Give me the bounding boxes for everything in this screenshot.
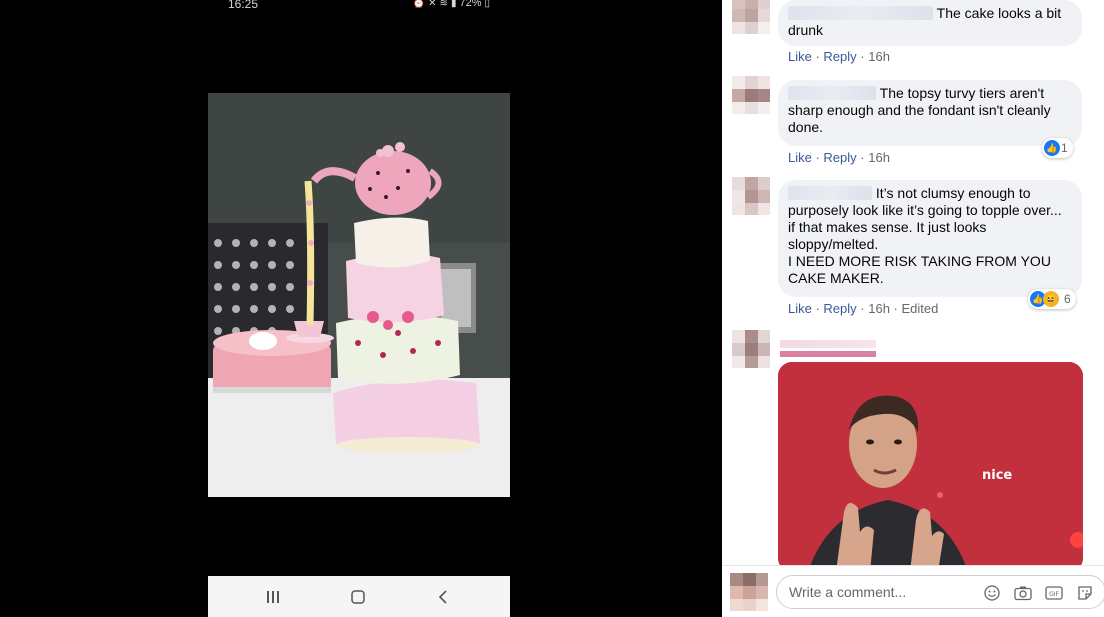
mute-icon: ✕ — [428, 0, 437, 9]
status-icons: ⏰ ✕ ≋ ▮ 72% ▯ — [413, 0, 490, 9]
commenter-name-blurred[interactable] — [788, 6, 933, 20]
avatar[interactable] — [732, 177, 770, 215]
comment-bubble: The cake looks a bit drunk — [778, 0, 1082, 46]
avatar[interactable] — [732, 330, 770, 368]
comment-bubble: It’s not clumsy enough to purposely look… — [778, 180, 1082, 297]
edited-label[interactable]: Edited — [902, 301, 939, 316]
haha-icon: 😆 — [1043, 291, 1059, 307]
like-link[interactable]: Like — [788, 301, 812, 316]
camera-icon[interactable] — [1014, 584, 1032, 602]
comment-time[interactable]: 16h — [868, 150, 890, 165]
comment-actions: Like · Reply · 16h · Edited — [788, 301, 939, 316]
reaction-count: 6 — [1064, 292, 1071, 306]
android-nav-bar — [208, 576, 510, 617]
cake-photo-image — [208, 93, 510, 497]
battery-icon: ▯ — [484, 0, 490, 9]
comment-bubble: The topsy turvy tiers aren't sharp enoug… — [778, 80, 1082, 146]
reply-link[interactable]: Reply — [823, 301, 856, 316]
reaction-summary[interactable]: 👍 😆 6 — [1028, 289, 1076, 309]
comment-text-line-2: I NEED MORE RISK TAKING FROM YOU CAKE MA… — [788, 253, 1051, 286]
reply-link[interactable]: Reply — [823, 150, 856, 165]
comment-composer: GIF — [722, 565, 1104, 617]
gif-icon[interactable]: GIF — [1045, 584, 1063, 602]
home-icon[interactable] — [348, 588, 368, 606]
like-icon: 👍 — [1044, 140, 1060, 156]
avatar[interactable] — [732, 76, 770, 114]
recent-apps-icon[interactable] — [263, 588, 283, 606]
comment-input[interactable] — [789, 582, 979, 602]
like-link[interactable]: Like — [788, 150, 812, 165]
commenter-name-blurred[interactable] — [788, 86, 876, 100]
comment-time[interactable]: 16h — [868, 301, 890, 316]
back-icon[interactable] — [433, 588, 453, 606]
avatar[interactable] — [732, 0, 770, 34]
gif-image — [778, 362, 1083, 572]
sticker-icon[interactable] — [1076, 584, 1094, 602]
comment-actions: Like · Reply · 16h — [788, 150, 890, 165]
gif-caption: nice — [982, 468, 1013, 483]
gif-comment[interactable]: nice — [778, 362, 1083, 572]
signal-icon: ▮ — [450, 0, 457, 9]
comment-time[interactable]: 16h — [868, 49, 890, 64]
wifi-icon: ≋ — [439, 0, 448, 9]
reaction-summary[interactable]: 👍 1 — [1042, 138, 1073, 158]
phone-screenshot-panel: 16:25 ⏰ ✕ ≋ ▮ 72% ▯ — [0, 0, 722, 617]
facebook-comments-panel: The cake looks a bit drunk Like · Reply … — [722, 0, 1104, 617]
commenter-name-blurred[interactable] — [780, 351, 876, 357]
battery-percent: 72% — [459, 0, 482, 9]
emoji-icon[interactable] — [983, 584, 1001, 602]
commenter-name-blurred[interactable] — [780, 340, 876, 348]
avatar[interactable] — [730, 573, 768, 611]
svg-text:GIF: GIF — [1049, 591, 1059, 598]
reply-link[interactable]: Reply — [823, 49, 856, 64]
status-time: 16:25 — [228, 0, 259, 11]
phone-status-bar: 16:25 ⏰ ✕ ≋ ▮ 72% ▯ — [228, 0, 490, 11]
alarm-icon: ⏰ — [412, 0, 426, 9]
commenter-name-blurred[interactable] — [788, 186, 872, 200]
reaction-count: 1 — [1061, 141, 1068, 155]
comment-input-box[interactable]: GIF — [776, 575, 1104, 609]
cake-photo — [208, 93, 510, 497]
comment-actions: Like · Reply · 16h — [788, 49, 890, 64]
like-link[interactable]: Like — [788, 49, 812, 64]
